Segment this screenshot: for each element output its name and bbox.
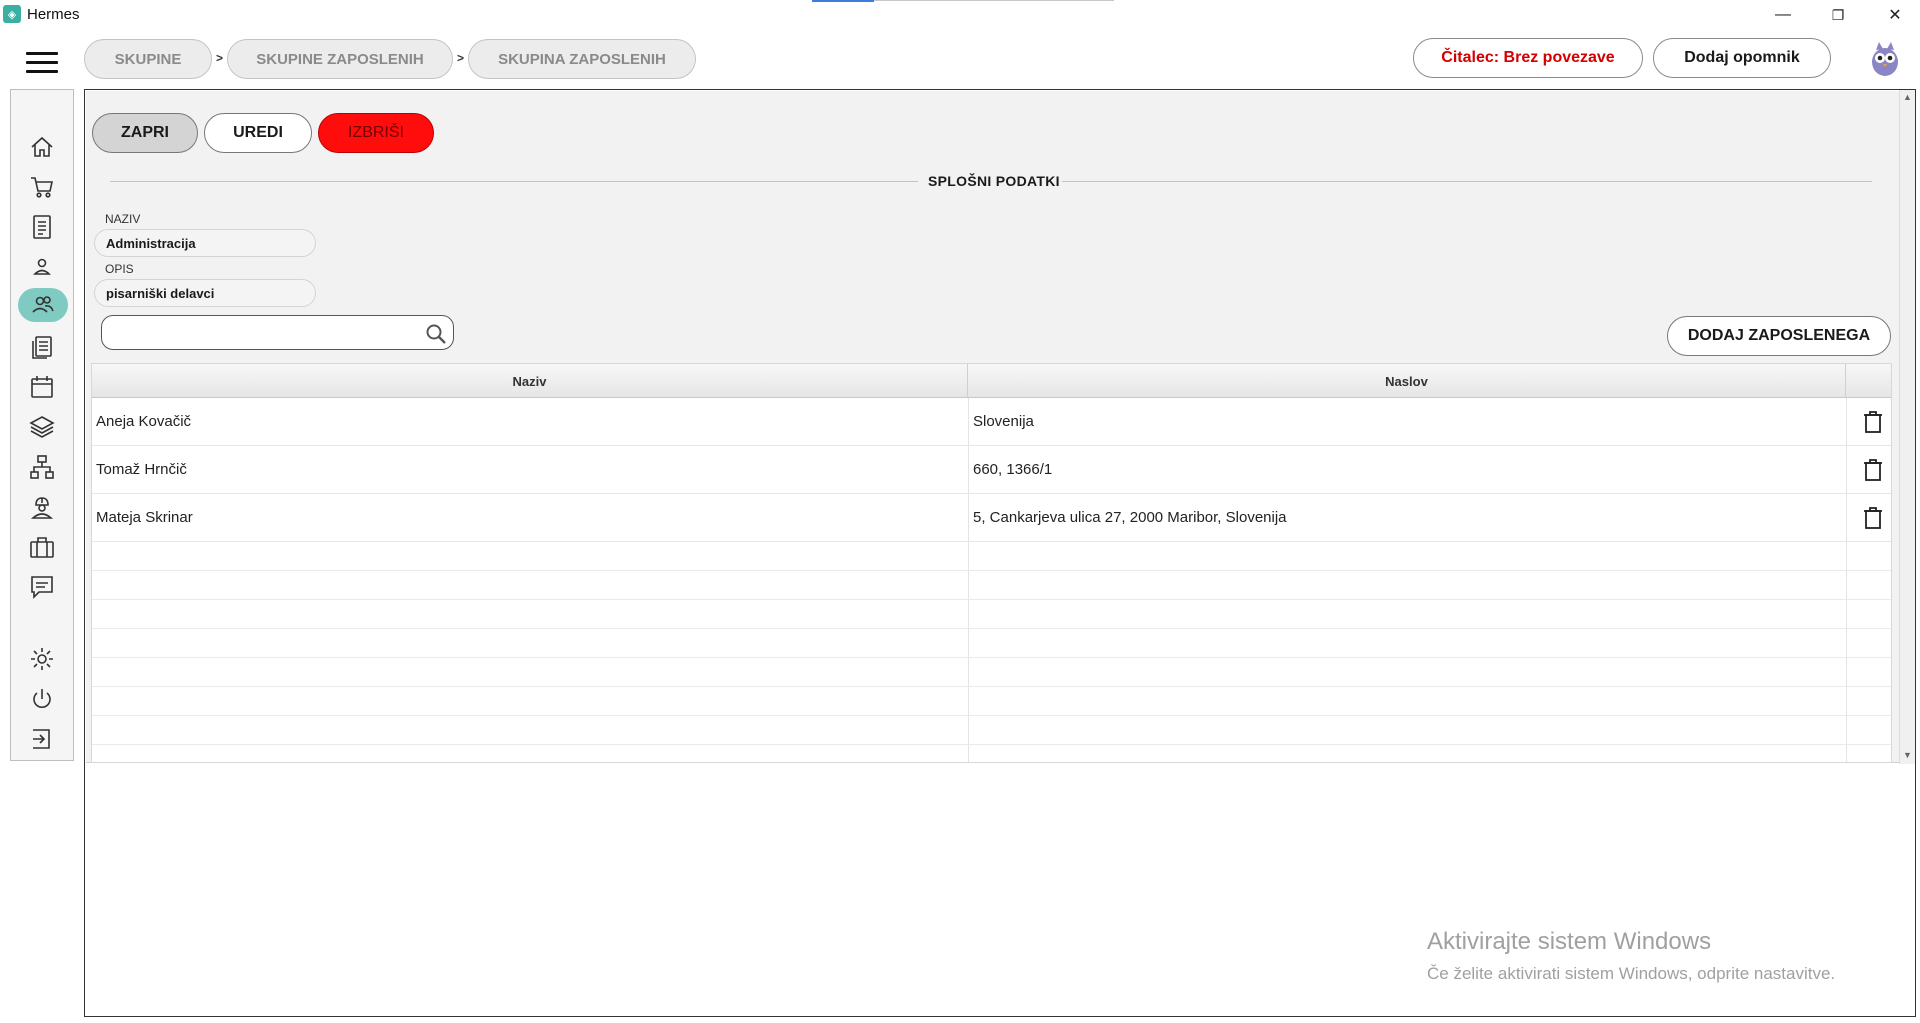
breadcrumb-skupine[interactable]: SKUPINE <box>84 39 212 79</box>
table-header: Naziv Naslov <box>92 364 1891 398</box>
description-label: OPIS <box>105 262 134 276</box>
section-divider <box>110 181 918 182</box>
menu-icon[interactable] <box>26 52 58 76</box>
vertical-scrollbar[interactable]: ▲ ▼ <box>1899 90 1915 764</box>
home-icon[interactable] <box>22 130 62 164</box>
search-input[interactable] <box>101 315 454 350</box>
column-header-naziv[interactable]: Naziv <box>92 364 968 398</box>
group-icon[interactable] <box>18 288 68 322</box>
titlebar-divider <box>874 0 1114 1</box>
cell-name: Aneja Kovačič <box>96 413 192 430</box>
empty-row <box>92 571 1891 600</box>
employees-table: Naziv Naslov Aneja Kovačič Slovenija Tom… <box>91 363 1892 763</box>
windows-activation-subtitle: Če želite aktivirati sistem Windows, odp… <box>1427 964 1836 983</box>
network-icon[interactable] <box>22 450 62 484</box>
documents-icon[interactable] <box>22 330 62 364</box>
scroll-up-icon[interactable]: ▲ <box>1903 92 1912 102</box>
reader-status-button[interactable]: Čitalec: Brez povezave <box>1413 38 1643 78</box>
worker-icon[interactable] <box>22 490 62 524</box>
window-title: Hermes <box>27 6 80 23</box>
add-reminder-button[interactable]: Dodaj opomnik <box>1653 38 1831 78</box>
breadcrumb-skupina-zaposlenih[interactable]: SKUPINA ZAPOSLENIH <box>468 39 696 79</box>
breadcrumb-skupine-zaposlenih[interactable]: SKUPINE ZAPOSLENIH <box>227 39 453 79</box>
window-titlebar: ◈ Hermes — ❐ ✕ <box>0 0 1920 30</box>
chat-icon[interactable] <box>22 570 62 604</box>
empty-row <box>92 687 1891 716</box>
document-icon[interactable] <box>22 210 62 244</box>
search-icon[interactable] <box>425 323 447 345</box>
cell-address: 5, Cankarjeva ulica 27, 2000 Maribor, Sl… <box>973 509 1287 526</box>
description-field[interactable]: pisarniški delavci <box>94 279 316 307</box>
delete-button[interactable]: IZBRIŠI <box>318 113 434 153</box>
add-employee-button[interactable]: DODAJ ZAPOSLENEGA <box>1667 316 1891 356</box>
column-header-actions <box>1846 364 1891 398</box>
empty-row <box>92 542 1891 571</box>
cell-address: Slovenija <box>973 413 1034 430</box>
calendar-icon[interactable] <box>22 370 62 404</box>
app-logo-icon: ◈ <box>3 5 21 23</box>
close-window-button[interactable]: ✕ <box>1872 0 1918 30</box>
column-header-naslov[interactable]: Naslov <box>968 364 1846 398</box>
cell-name: Tomaž Hrnčič <box>96 461 187 478</box>
table-row[interactable]: Tomaž Hrnčič 660, 1366/1 <box>92 446 1891 494</box>
cell-address: 660, 1366/1 <box>973 461 1053 478</box>
gear-icon[interactable] <box>22 642 62 676</box>
sidebar <box>10 89 74 761</box>
titlebar-accent <box>812 0 874 2</box>
windows-activation-title: Aktivirajte sistem Windows <box>1427 928 1712 955</box>
logout-icon[interactable] <box>22 722 62 756</box>
edit-button[interactable]: UREDI <box>204 113 312 153</box>
group-detail-panel: ZAPRI UREDI IZBRIŠI SPLOŠNI PODATKI NAZI… <box>86 91 1899 763</box>
section-divider <box>1062 181 1872 182</box>
scroll-down-icon[interactable]: ▼ <box>1903 750 1912 760</box>
restore-button[interactable]: ❐ <box>1815 0 1861 30</box>
minimize-button[interactable]: — <box>1760 0 1806 30</box>
layers-icon[interactable] <box>22 410 62 444</box>
empty-row <box>92 658 1891 687</box>
close-button[interactable]: ZAPRI <box>92 113 198 153</box>
cell-name: Mateja Skrinar <box>96 509 193 526</box>
trash-icon[interactable] <box>1862 458 1884 482</box>
owl-avatar-icon[interactable] <box>1868 38 1902 78</box>
trash-icon[interactable] <box>1862 410 1884 434</box>
name-label: NAZIV <box>105 212 141 226</box>
table-row[interactable]: Mateja Skrinar 5, Cankarjeva ulica 27, 2… <box>92 494 1891 542</box>
table-row[interactable]: Aneja Kovačič Slovenija <box>92 398 1891 446</box>
empty-row <box>92 629 1891 658</box>
empty-row <box>92 716 1891 745</box>
breadcrumb-separator: > <box>457 51 465 65</box>
main-panel: ZAPRI UREDI IZBRIŠI SPLOŠNI PODATKI NAZI… <box>84 89 1916 1017</box>
section-title: SPLOŠNI PODATKI <box>928 173 1060 189</box>
empty-row <box>92 600 1891 629</box>
name-field[interactable]: Administracija <box>94 229 316 257</box>
cart-icon[interactable] <box>22 170 62 204</box>
power-icon[interactable] <box>22 682 62 716</box>
breadcrumb-separator: > <box>216 51 224 65</box>
briefcase-icon[interactable] <box>22 530 62 564</box>
person-icon[interactable] <box>22 250 62 284</box>
trash-icon[interactable] <box>1862 506 1884 530</box>
